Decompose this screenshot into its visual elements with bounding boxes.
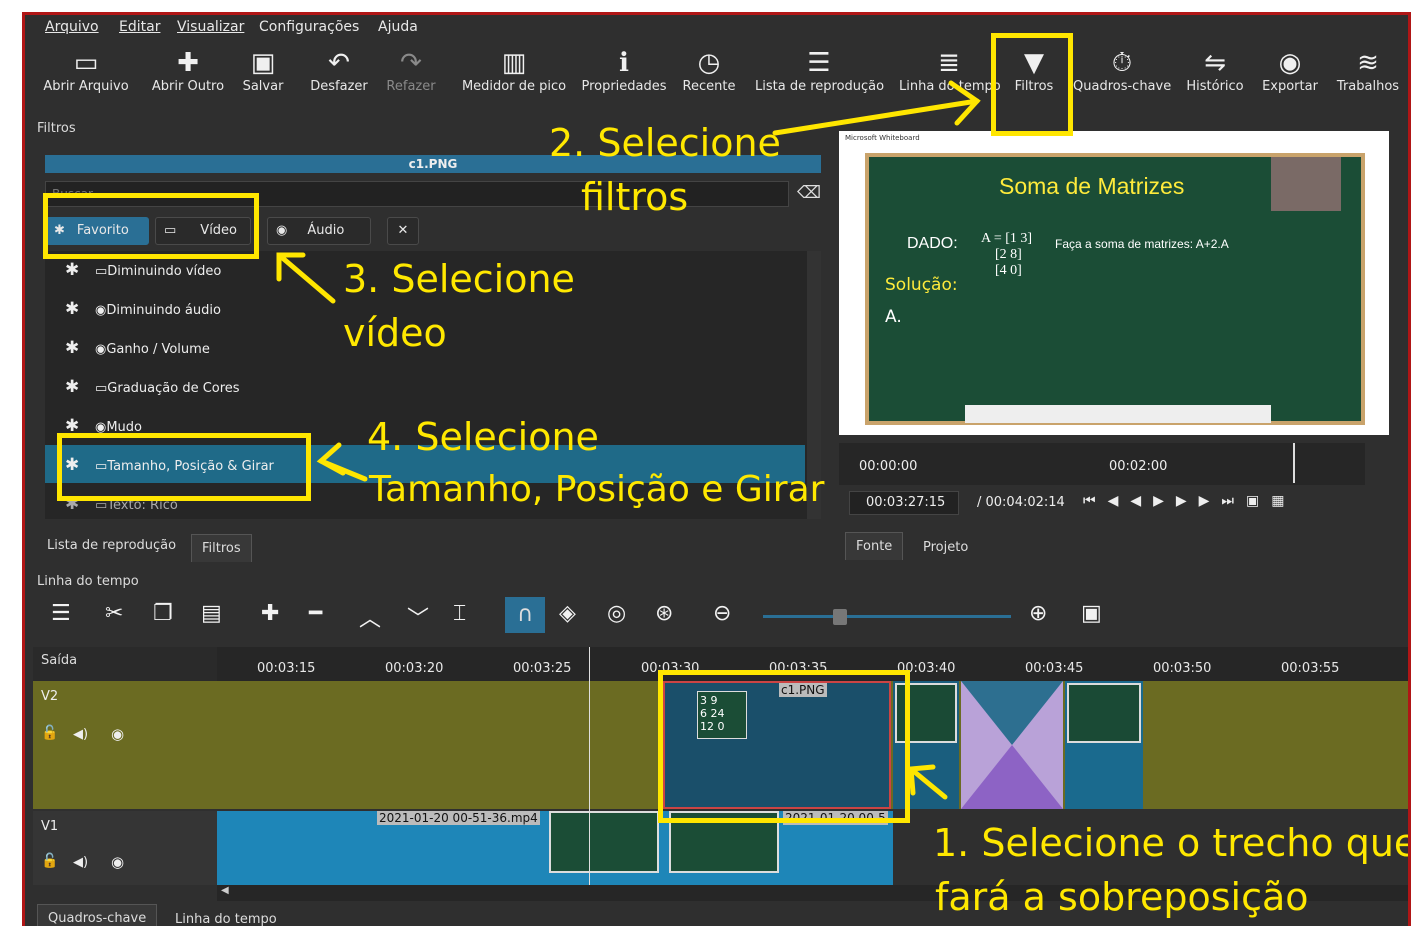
annotation-step-1: 1. Selecione o trecho que: [933, 821, 1411, 865]
annotation-step-4: 4. Selecione: [367, 415, 599, 459]
annotation-step-3b: vídeo: [343, 311, 447, 355]
annotation-step-3: 3. Selecione: [343, 257, 575, 301]
annotation-step-4b: Tamanho, Posição e Girar: [369, 469, 825, 510]
annotation-step-2: 2. Selecione: [549, 121, 781, 165]
annotation-step-2b: filtros: [581, 175, 689, 219]
annotation-step-1b: fará a sobreposição: [935, 875, 1309, 919]
app-window: Arquivo Editar Visualizar Configurações …: [22, 12, 1411, 926]
